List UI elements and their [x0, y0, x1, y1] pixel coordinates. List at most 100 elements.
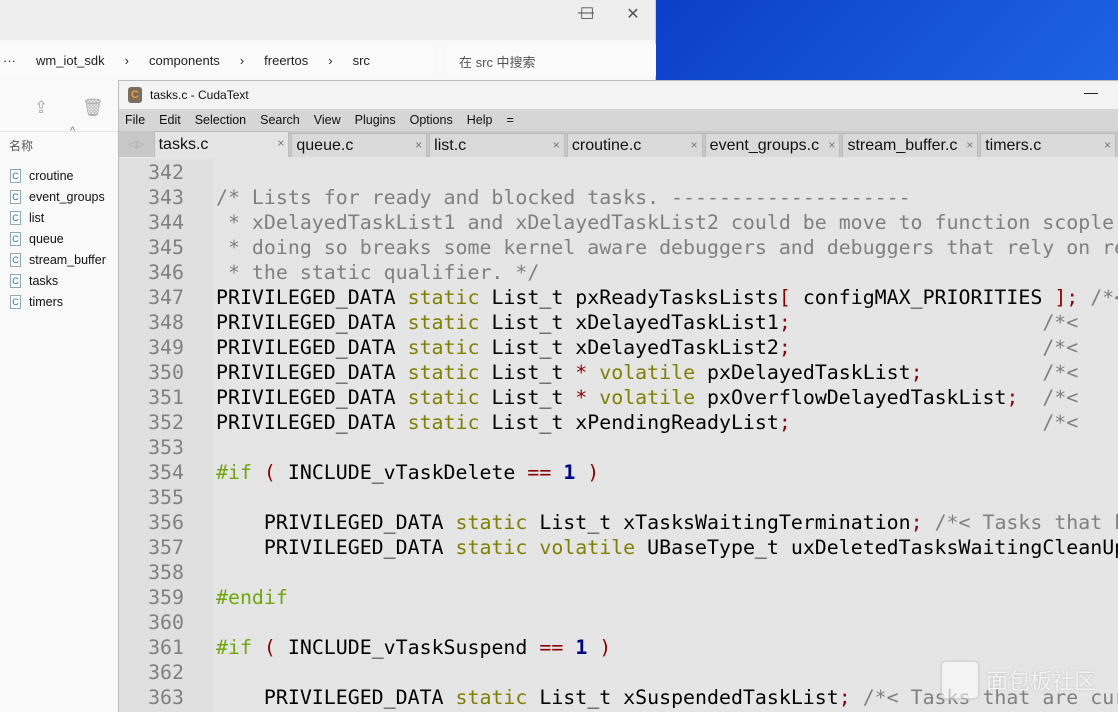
code-token-op: == — [527, 461, 552, 484]
breadcrumb-item[interactable]: freertos — [264, 53, 308, 68]
code-token-text: List_t xTasksWaitingTermination — [527, 511, 911, 534]
file-item[interactable]: Cevent_groups — [10, 186, 106, 207]
code-line: PRIVILEGED_DATA static List_t xDelayedTa… — [216, 310, 1078, 335]
code-token-text: PRIVILEGED_DATA — [216, 311, 408, 334]
c-file-icon: C — [10, 252, 21, 267]
code-line: PRIVILEGED_DATA static List_t pxReadyTas… — [216, 285, 1118, 310]
line-number: 347 — [148, 286, 184, 309]
code-token-text: PRIVILEGED_DATA — [216, 386, 408, 409]
code-token-op: * — [575, 386, 588, 409]
code-token-comment: /*< — [1042, 386, 1079, 409]
code-token-pp: #endif — [216, 586, 288, 609]
tab-label: tasks.c — [158, 135, 209, 153]
code-token-text: UBaseType_t uxDeletedTasksWaitingCleanUp — [635, 536, 1118, 559]
close-tab-icon[interactable]: × — [1104, 138, 1111, 152]
menu-item[interactable]: Help — [467, 113, 493, 127]
code-token-comment: * the static qualifier. */ — [216, 261, 540, 284]
menu-item[interactable]: Options — [410, 113, 453, 127]
file-name: event_groups — [29, 189, 105, 204]
code-token-op: ; — [778, 336, 791, 359]
minimize-button[interactable]: — — [1084, 84, 1098, 100]
menu-item[interactable]: = — [506, 113, 513, 127]
tab-stream_buffer-c[interactable]: stream_buffer.c × — [842, 133, 979, 157]
code-line: PRIVILEGED_DATA static List_t xTasksWait… — [216, 510, 1118, 535]
close-tab-icon[interactable]: × — [553, 138, 560, 152]
code-token-comment: * doing so breaks some kernel aware debu… — [216, 236, 1118, 259]
code-token-text: PRIVILEGED_DATA — [216, 686, 456, 709]
menu-item[interactable]: Search — [260, 113, 300, 127]
code-token-op: ]; — [1054, 286, 1079, 309]
code-line: /* Lists for ready and blocked tasks. --… — [216, 185, 911, 210]
file-item[interactable]: Cqueue — [10, 228, 106, 249]
code-token-text: INCLUDE_vTaskSuspend — [275, 636, 540, 659]
file-item[interactable]: Cstream_buffer — [10, 249, 106, 270]
trash-icon[interactable]: 🗑 — [82, 98, 104, 118]
search-input[interactable]: 在 src 中搜索 — [445, 44, 656, 76]
tab-scroll-arrows-icon[interactable]: ◁▷ — [119, 139, 154, 150]
c-file-icon: C — [10, 168, 21, 183]
code-token-text: configMAX_PRIORITIES — [790, 286, 1055, 309]
close-tab-icon[interactable]: × — [828, 138, 835, 152]
code-token-text: PRIVILEGED_DATA — [216, 286, 408, 309]
file-item[interactable]: Ccroutine — [10, 165, 106, 186]
cudatext-logo-icon: C — [128, 87, 142, 103]
breadcrumb-overflow[interactable]: ··· — [3, 53, 16, 68]
menu-bar: File Edit Selection Search View Plugins Option… — [119, 109, 1118, 131]
code-token-comment: * xDelayedTaskList1 and xDelayedTaskList… — [216, 211, 1115, 234]
tab-label: list.c — [434, 136, 467, 154]
menu-item[interactable]: View — [314, 113, 341, 127]
line-number: 356 — [148, 511, 184, 534]
line-number: 344 — [148, 211, 184, 234]
code-token-op: ; — [910, 361, 923, 384]
c-file-icon: C — [10, 231, 21, 246]
code-token-comment: /*< Tasks that h — [934, 511, 1118, 534]
code-token-kw: static — [407, 361, 480, 384]
line-number: 361 — [148, 636, 184, 659]
tab-croutine-c[interactable]: croutine.c × — [566, 133, 703, 157]
tab-timers-c[interactable]: timers.c × — [980, 133, 1116, 157]
breadcrumb-item[interactable]: components — [149, 53, 220, 68]
file-name: queue — [29, 231, 64, 246]
tab-event_groups-c[interactable]: event_groups.c × — [704, 133, 841, 157]
share-icon[interactable]: ⇪ — [34, 98, 48, 118]
breadcrumb-item[interactable]: src — [353, 53, 370, 68]
chevron-right-icon: › — [328, 52, 333, 68]
code-token-text: List_t — [479, 361, 576, 384]
chevron-right-icon: › — [124, 52, 129, 68]
close-button[interactable]: ✕ — [618, 4, 648, 24]
line-number: 348 — [148, 311, 184, 334]
menu-item[interactable]: Edit — [159, 113, 181, 127]
close-tab-icon[interactable]: × — [966, 138, 973, 152]
code-editor[interactable]: 342 343 344 345 346 347 348 349 350 351 352 353 354 3… — [119, 159, 1118, 712]
code-token-comment: /*< — [1042, 411, 1079, 434]
breadcrumb-item[interactable]: wm_iot_sdk — [36, 53, 105, 68]
close-tab-icon[interactable]: × — [415, 138, 422, 152]
close-tab-icon[interactable]: × — [277, 136, 284, 150]
tab-queue-c[interactable]: queue.c × — [291, 133, 428, 157]
file-item[interactable]: Ctimers — [10, 291, 106, 312]
menu-item[interactable]: Plugins — [355, 113, 396, 127]
file-item[interactable]: Clist — [10, 207, 106, 228]
maximize-button[interactable]: ☐ — [572, 4, 602, 24]
code-line: PRIVILEGED_DATA static List_t * volatile… — [216, 360, 1078, 385]
column-header-name[interactable]: 名称 — [9, 137, 33, 154]
line-number-gutter: 342 343 344 345 346 347 348 349 350 351 352 353 354 3… — [119, 159, 213, 712]
tab-tasks-c[interactable]: tasks.c × — [153, 131, 290, 157]
file-item[interactable]: Ctasks — [10, 270, 106, 291]
code-token-text: INCLUDE_vTaskDelete — [275, 461, 528, 484]
code-token-kw: volatile — [599, 361, 696, 384]
tab-list-c[interactable]: list.c × — [429, 133, 565, 157]
close-tab-icon[interactable]: × — [691, 138, 698, 152]
code-token-text: List_t pxReadyTasksLists — [479, 286, 779, 309]
line-number: 352 — [148, 411, 184, 434]
menu-item[interactable]: File — [125, 113, 145, 127]
menu-item[interactable]: Selection — [195, 113, 246, 127]
